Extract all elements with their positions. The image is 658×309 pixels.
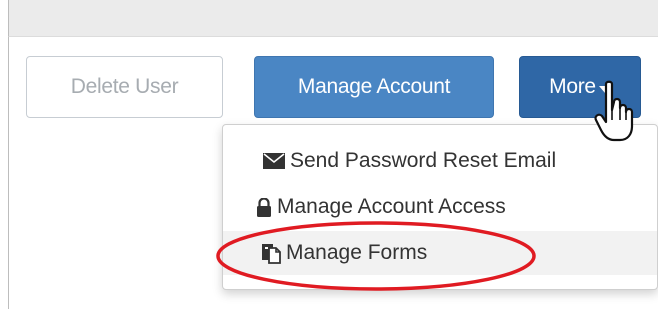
envelope-icon xyxy=(263,153,285,169)
top-strip xyxy=(8,0,658,37)
hand-cursor-icon xyxy=(594,80,634,142)
forms-icon xyxy=(261,243,281,264)
manage-account-label: Manage Account xyxy=(297,75,451,98)
menu-item-manage-account-access[interactable]: Manage Account Access xyxy=(223,185,657,229)
menu-item-manage-forms[interactable]: Manage Forms xyxy=(223,231,657,275)
more-label: More xyxy=(549,75,596,98)
menu-item-send-password-reset[interactable]: Send Password Reset Email xyxy=(223,139,657,183)
more-dropdown-menu: Send Password Reset Email Manage Account… xyxy=(222,124,658,290)
delete-user-button[interactable]: Delete User xyxy=(26,56,223,118)
menu-item-label: Manage Account Access xyxy=(277,195,506,218)
menu-item-label: Send Password Reset Email xyxy=(290,149,557,172)
manage-account-button[interactable]: Manage Account xyxy=(254,56,494,118)
menu-item-label: Manage Forms xyxy=(286,241,428,264)
lock-icon xyxy=(256,197,272,217)
delete-user-label: Delete User xyxy=(70,75,179,98)
